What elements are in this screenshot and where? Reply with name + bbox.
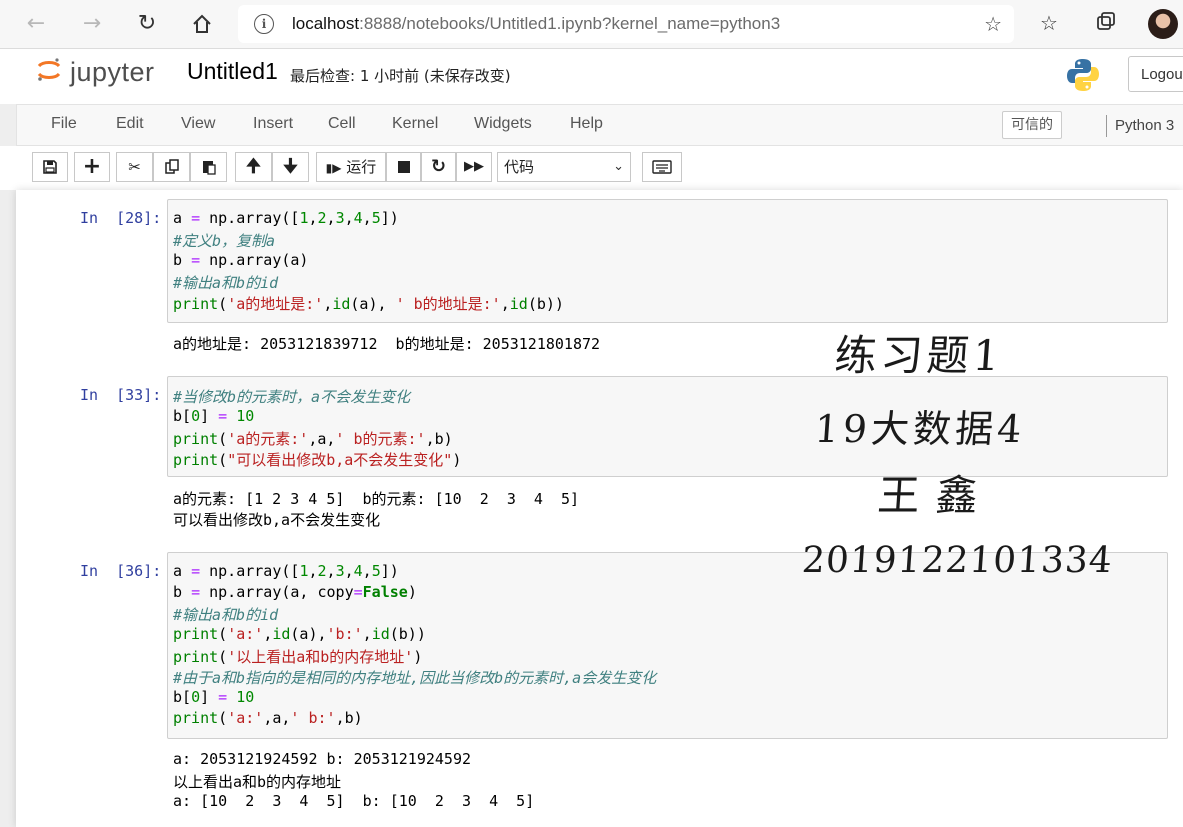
code-line[interactable]: a = np.array([1,2,3,4,5]) <box>173 209 399 227</box>
code-line[interactable]: print('a的地址是:',id(a), ' b的地址是:',id(b)) <box>173 293 564 314</box>
copy-icon <box>164 159 179 174</box>
copy-button[interactable] <box>153 152 190 182</box>
paste-button[interactable] <box>190 152 227 182</box>
move-up-button[interactable]: 🠉 <box>235 152 272 182</box>
code-comment[interactable]: #输出a和b的id <box>173 604 278 625</box>
code-line[interactable]: a = np.array([1,2,3,4,5]) <box>173 562 399 580</box>
python-logo-icon <box>1067 59 1099 91</box>
cell-output: a: 2053121924592 b: 2053121924592 <box>173 750 472 768</box>
cell-type-value: 代码 <box>504 158 535 176</box>
code-line[interactable]: print("可以看出修改b,a不会发生变化") <box>173 449 461 470</box>
logout-button[interactable]: Logout <box>1128 56 1183 92</box>
site-info-icon[interactable]: i <box>254 14 274 34</box>
code-comment[interactable]: #输出a和b的id <box>173 272 278 293</box>
reload-icon[interactable]: ↻ <box>133 10 161 38</box>
handwritten-class: 19大数据4 <box>813 407 1027 451</box>
cell-prompt: In [36]: <box>80 562 162 580</box>
run-button[interactable]: ▮▶ 运行 <box>316 152 386 182</box>
code-line[interactable]: print('以上看出a和b的内存地址') <box>173 646 422 667</box>
cell-output: 可以看出修改b,a不会发生变化 <box>173 511 381 529</box>
cell-output: a的元素: [1 2 3 4 5] b的元素: [10 2 3 4 5] <box>173 490 580 508</box>
kernel-name[interactable]: Python 3 <box>1115 117 1174 134</box>
code-line[interactable]: b = np.array(a) <box>173 251 308 269</box>
cell-output: a的地址是: 2053121839712 b的地址是: 205312180187… <box>173 335 601 353</box>
run-label: 运行 <box>346 158 377 176</box>
menu-file[interactable]: File <box>51 115 77 133</box>
menubar: File Edit View Insert Cell Kernel Widget… <box>16 104 1183 146</box>
insert-cell-button[interactable]: + <box>74 152 110 182</box>
notebook-toolbar: + ✂ 🠉 🠋 ▮▶ 运行 ↻ ▶▶ 代码 ⌄ <box>0 146 1183 191</box>
code-line[interactable]: b[0] = 10 <box>173 407 254 425</box>
favorites-icon[interactable]: ☆ <box>1040 11 1058 35</box>
trusted-indicator[interactable]: 可信的 <box>1002 111 1062 139</box>
cell-prompt: In [33]: <box>80 386 162 404</box>
collections-icon[interactable] <box>1095 11 1117 38</box>
save-status: 最后检查: 1 小时前 (未保存改变) <box>290 67 511 85</box>
jupyter-logo-icon[interactable] <box>36 57 62 83</box>
jupyter-logo-text[interactable]: jupyter <box>70 57 155 88</box>
menu-widgets[interactable]: Widgets <box>474 115 532 133</box>
save-button[interactable] <box>32 152 68 182</box>
interrupt-button[interactable] <box>386 152 421 182</box>
profile-avatar[interactable] <box>1148 9 1178 39</box>
code-comment[interactable]: #当修改b的元素时，a不会发生变化 <box>173 386 410 407</box>
handwritten-name: 王鑫 <box>876 471 996 520</box>
save-icon <box>43 160 57 174</box>
cell-prompt: In [28]: <box>80 209 162 227</box>
browser-toolbar: ← → ↻ i localhost:8888/notebooks/Untitle… <box>0 0 1183 49</box>
address-bar[interactable]: i localhost:8888/notebooks/Untitled1.ipy… <box>238 5 1014 43</box>
paste-icon <box>202 161 216 175</box>
restart-button[interactable]: ↻ <box>421 152 456 182</box>
home-icon[interactable] <box>188 10 216 38</box>
code-comment[interactable]: #由于a和b指向的是相同的内存地址,因此当修改b的元素时,a会发生变化 <box>173 667 656 688</box>
stop-icon <box>397 161 410 173</box>
menu-cell[interactable]: Cell <box>328 115 356 133</box>
add-favorite-icon[interactable]: ☆ <box>984 12 1002 36</box>
code-cell-input[interactable]: a = np.array([1,2,3,4,5]) #定义b，复制a b = n… <box>167 199 1168 323</box>
code-line[interactable]: print('a:',id(a),'b:',id(b)) <box>173 625 426 643</box>
cut-button[interactable]: ✂ <box>116 152 153 182</box>
keyboard-icon <box>652 160 672 174</box>
cell-output: a: [10 2 3 4 5] b: [10 2 3 4 5] <box>173 792 535 810</box>
url-text[interactable]: localhost:8888/notebooks/Untitled1.ipynb… <box>292 14 780 34</box>
code-line[interactable]: b[0] = 10 <box>173 688 254 706</box>
cell-type-select[interactable]: 代码 ⌄ <box>497 152 631 182</box>
menu-view[interactable]: View <box>181 115 215 133</box>
handwritten-exercise-title: 练习题1 <box>833 331 1006 380</box>
kernel-divider <box>1106 115 1107 137</box>
back-icon[interactable]: ← <box>22 10 50 38</box>
code-comment[interactable]: #定义b，复制a <box>173 230 275 251</box>
restart-run-all-button[interactable]: ▶▶ <box>456 152 492 182</box>
command-palette-button[interactable] <box>642 152 682 182</box>
code-line[interactable]: b = np.array(a, copy=False) <box>173 583 417 601</box>
code-line[interactable]: print('a:',a,' b:',b) <box>173 709 363 727</box>
forward-icon[interactable]: → <box>78 10 106 38</box>
notebook-title[interactable]: Untitled1 <box>187 58 278 85</box>
move-down-button[interactable]: 🠋 <box>272 152 309 182</box>
run-icon: ▮▶ <box>325 161 342 175</box>
cell-output: 以上看出a和b的内存地址 <box>173 773 342 791</box>
code-line[interactable]: print('a的元素:',a,' b的元素:',b) <box>173 428 453 449</box>
menu-edit[interactable]: Edit <box>116 115 144 133</box>
jupyter-header: jupyter Untitled1 最后检查: 1 小时前 (未保存改变) Lo… <box>0 49 1183 104</box>
menu-kernel[interactable]: Kernel <box>392 115 438 133</box>
handwritten-student-id: 2019122101334 <box>800 540 1115 581</box>
menu-insert[interactable]: Insert <box>253 115 293 133</box>
chevron-down-icon: ⌄ <box>613 159 624 174</box>
menu-help[interactable]: Help <box>570 115 603 133</box>
